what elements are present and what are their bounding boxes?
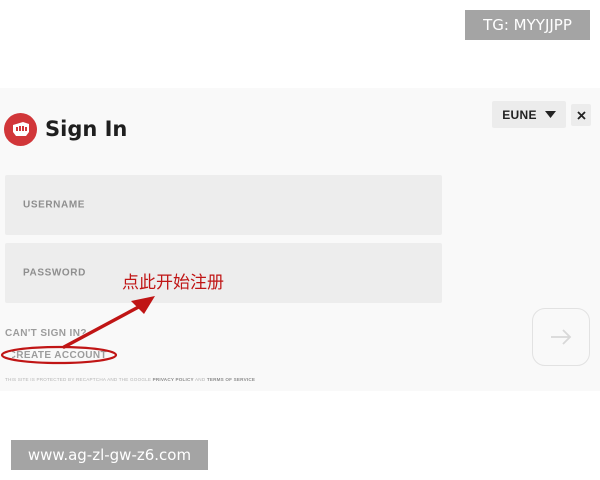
region-select[interactable]: EUNE <box>492 101 566 128</box>
privacy-policy-link[interactable]: PRIVACY POLICY <box>153 377 194 382</box>
page-title: Sign In <box>45 117 128 141</box>
annotation-text: 点此开始注册 <box>122 273 224 293</box>
recaptcha-notice: THIS SITE IS PROTECTED BY RECAPTCHA AND … <box>5 377 255 382</box>
close-button[interactable] <box>571 104 591 126</box>
close-icon <box>576 110 586 120</box>
password-placeholder: PASSWORD <box>23 267 86 279</box>
watermark-bottom: www.ag-zl-gw-z6.com <box>11 440 208 470</box>
region-label: EUNE <box>502 107 537 122</box>
cant-sign-in-link[interactable]: CAN'T SIGN IN? <box>5 328 87 339</box>
submit-button[interactable] <box>532 308 590 366</box>
recaptcha-notice-and: AND <box>193 377 207 382</box>
username-input[interactable]: USERNAME <box>5 175 442 235</box>
create-account-link[interactable]: CREATE ACCOUNT <box>12 350 107 363</box>
username-placeholder: USERNAME <box>23 199 86 211</box>
riot-fist-icon <box>13 122 29 136</box>
recaptcha-notice-text: THIS SITE IS PROTECTED BY RECAPTCHA AND … <box>5 377 153 382</box>
riot-logo <box>4 113 37 146</box>
caret-down-icon <box>544 111 556 118</box>
terms-of-service-link[interactable]: TERMS OF SERVICE <box>207 377 255 382</box>
create-account-label: CREATE ACCOUNT <box>12 350 107 361</box>
arrow-right-icon <box>551 329 572 345</box>
watermark-top: TG: MYYJJPP <box>465 10 590 40</box>
